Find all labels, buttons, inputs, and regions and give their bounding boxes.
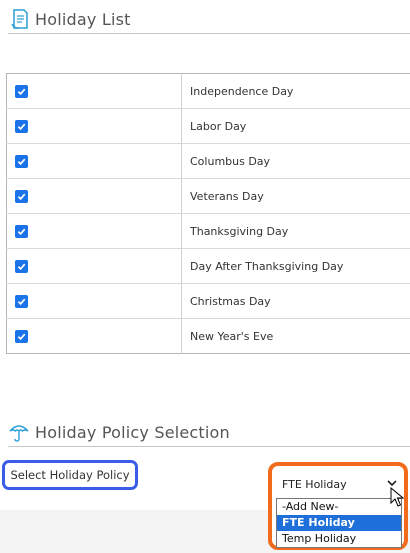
- holiday-name: Columbus Day: [181, 143, 410, 179]
- holiday-checkbox[interactable]: [15, 294, 28, 308]
- checkmark-icon: [17, 333, 26, 340]
- holiday-row: Columbus Day: [6, 143, 410, 179]
- holiday-row: New Year's Eve: [6, 318, 410, 354]
- holiday-policy-header: Holiday Policy Selection: [8, 418, 410, 447]
- checkmark-icon: [17, 298, 26, 305]
- holiday-checkbox[interactable]: [15, 84, 28, 98]
- holiday-checkbox-cell: [6, 283, 182, 319]
- holiday-row: Independence Day: [6, 73, 410, 109]
- holiday-checkbox[interactable]: [15, 224, 28, 238]
- holiday-checkbox[interactable]: [15, 154, 28, 168]
- mouse-cursor-icon: [390, 486, 405, 511]
- policy-option[interactable]: -Add New-: [277, 499, 401, 515]
- document-list-icon: [8, 7, 30, 31]
- holiday-checkbox-cell: [6, 178, 182, 214]
- checkmark-icon: [17, 263, 26, 270]
- holiday-checkbox-cell: [6, 143, 182, 179]
- policy-option[interactable]: Temp Holiday: [277, 531, 401, 547]
- holiday-checkbox-cell: [6, 213, 182, 249]
- holiday-row: Thanksgiving Day: [6, 213, 410, 249]
- holiday-row: Labor Day: [6, 108, 410, 144]
- select-holiday-policy-label: Select Holiday Policy: [2, 460, 138, 490]
- holiday-name: Thanksgiving Day: [181, 213, 410, 249]
- umbrella-icon: [8, 420, 30, 444]
- checkmark-icon: [17, 158, 26, 165]
- holiday-checkbox[interactable]: [15, 119, 28, 133]
- policy-option[interactable]: FTE Holiday: [277, 515, 401, 531]
- holiday-name: Christmas Day: [181, 283, 410, 319]
- holiday-name: New Year's Eve: [190, 329, 274, 343]
- checkmark-icon: [17, 88, 26, 95]
- holiday-list-title: Holiday List: [35, 9, 131, 29]
- holiday-table: Independence Day Labor Day Columbus Day Vet…: [6, 73, 410, 354]
- holiday-policy-title: Holiday Policy Selection: [35, 422, 230, 442]
- holiday-row: Christmas Day: [6, 283, 410, 319]
- policy-select-value: FTE Holiday: [282, 478, 347, 491]
- checkmark-icon: [17, 193, 26, 200]
- policy-options-list: -Add New- FTE Holiday Temp Holiday: [276, 498, 402, 548]
- holiday-checkbox-cell: [6, 248, 182, 284]
- checkmark-icon: [17, 228, 26, 235]
- holiday-row: Veterans Day: [6, 178, 410, 214]
- holiday-checkbox-cell: [6, 318, 182, 354]
- holiday-name: Veterans Day: [181, 178, 410, 214]
- checkmark-icon: [17, 123, 26, 130]
- holiday-list-header: Holiday List: [8, 5, 410, 34]
- holiday-checkbox-cell: [6, 108, 182, 144]
- holiday-checkbox[interactable]: [15, 259, 28, 273]
- holiday-name: Day After Thanksgiving Day: [181, 248, 410, 284]
- holiday-checkbox[interactable]: [15, 329, 28, 343]
- holiday-checkbox-cell: [6, 73, 182, 109]
- holiday-checkbox[interactable]: [15, 189, 28, 203]
- holiday-policy-select[interactable]: FTE Holiday: [276, 475, 402, 494]
- holiday-name: Labor Day: [181, 108, 410, 144]
- holiday-name: Independence Day: [181, 73, 410, 109]
- holiday-row: Day After Thanksgiving Day: [6, 248, 410, 284]
